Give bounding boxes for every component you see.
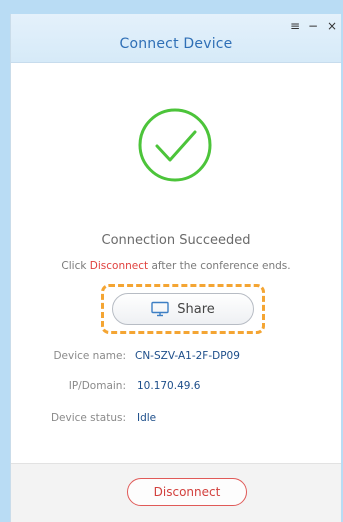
device-status-value: Idle [137, 412, 157, 424]
hint-prefix: Click [61, 260, 87, 272]
ip-domain-label: IP/Domain: [68, 380, 126, 392]
disconnect-button[interactable]: Disconnect [127, 478, 247, 506]
minimize-icon[interactable]: − [308, 19, 318, 33]
device-name-label: Device name: [53, 350, 126, 362]
disconnect-hint: Click Disconnect after the conference en… [11, 260, 341, 272]
menu-icon[interactable]: ≡ [290, 19, 300, 33]
connection-status-heading: Connection Succeeded [101, 233, 251, 248]
share-button-label: Share [177, 301, 215, 317]
device-name-value: CN-SZV-A1-2F-DP09 [135, 350, 240, 362]
footer-bar: Disconnect [11, 463, 341, 522]
monitor-icon [151, 301, 169, 317]
hint-suffix: after the conference ends. [151, 260, 291, 272]
ip-domain-value: 10.170.49.6 [137, 380, 201, 392]
share-button[interactable]: Share [112, 293, 254, 325]
success-check-icon [138, 108, 212, 182]
connect-device-window: ≡ − × Connect Device Connection Succeede… [10, 14, 341, 522]
title-bar: ≡ − × Connect Device [11, 14, 341, 63]
hint-disconnect-word: Disconnect [89, 260, 149, 272]
close-icon[interactable]: × [327, 19, 337, 33]
device-status-label: Device status: [50, 412, 126, 424]
window-title: Connect Device [119, 36, 233, 52]
share-highlight-frame: Share [101, 284, 265, 334]
